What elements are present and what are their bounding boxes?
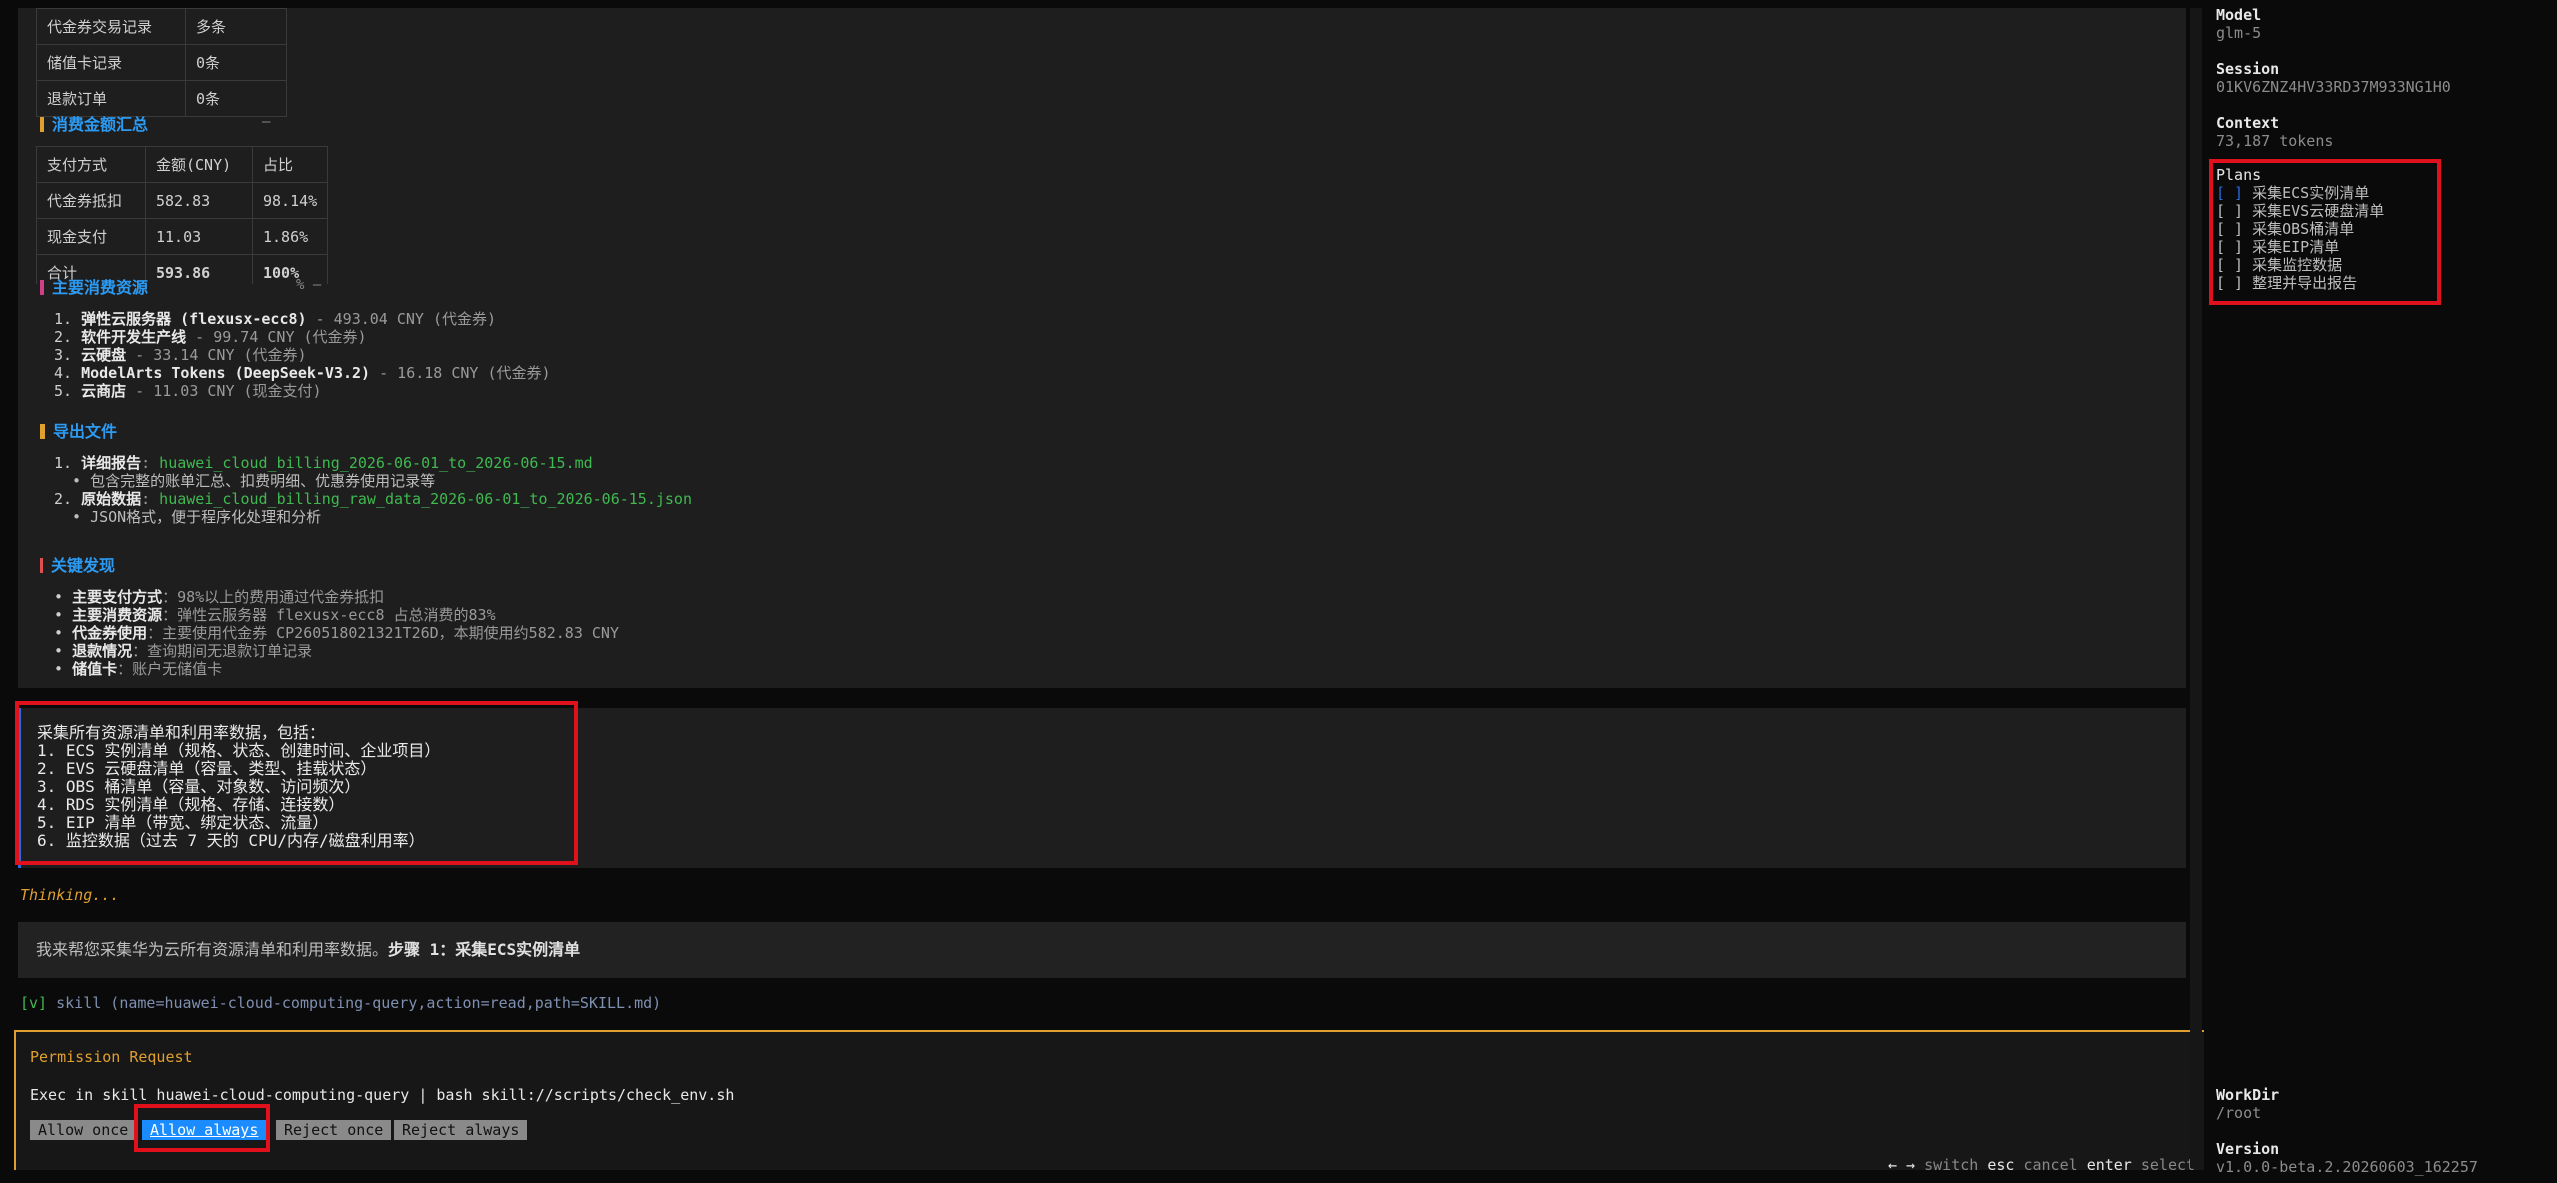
amount-table-container: 支付方式 金额(CNY) 占比 代金券抵扣 582.83 98.14% 现金支付 11.0… xyxy=(36,146,356,284)
arrow-keys-icon: ← → xyxy=(1888,1156,1916,1174)
table-cell: 98.14% xyxy=(251,182,329,219)
section-heading-findings: 关键发现 xyxy=(40,552,115,576)
context-value: 73,187 tokens xyxy=(2216,132,2334,150)
highlight-box-plans xyxy=(2209,159,2441,305)
list-item: 3. 云硬盘 - 33.14 CNY (代金券) xyxy=(54,346,307,364)
table-row: 储值卡记录 0条 xyxy=(36,44,287,81)
keyboard-hints: ← → switch esc cancel enter select xyxy=(1888,1156,2196,1174)
thinking-indicator: Thinking... xyxy=(20,886,120,904)
version-value: v1.0.0-beta.2.20260603_162257 xyxy=(2216,1158,2478,1176)
amount-table: 支付方式 金额(CNY) 占比 代金券抵扣 582.83 98.14% 现金支付 11.0… xyxy=(36,146,329,284)
raw-data-file-link[interactable]: huawei_cloud_billing_raw_data_2026-06-01… xyxy=(159,490,692,508)
list-subitem: • JSON格式，便于程序化处理和分析 xyxy=(72,508,322,526)
table-cell: 代金券交易记录 xyxy=(36,8,186,45)
list-item: 1. 弹性云服务器 (flexusx-ecc8) - 493.04 CNY (代… xyxy=(54,310,497,328)
section-heading-resources: 主要消费资源 xyxy=(40,274,148,298)
section-heading-export: 导出文件 xyxy=(40,418,117,442)
session-label: Session xyxy=(2216,60,2280,78)
workdir-value: /root xyxy=(2216,1104,2262,1122)
list-item: • 代金券使用：主要使用代金券 CP260518021321T26D，本期使用约… xyxy=(54,624,619,642)
list-subitem: • 包含完整的账单汇总、扣费明细、优惠券使用记录等 xyxy=(72,472,436,490)
version-label: Version xyxy=(2216,1140,2280,1158)
check-icon: [v] xyxy=(20,994,48,1012)
table-cell: 代金券抵扣 xyxy=(36,182,146,219)
list-item: • 储值卡：账户无储值卡 xyxy=(54,660,223,678)
bullet-icon xyxy=(40,280,44,295)
assistant-message: 代金券交易记录 多条 储值卡记录 0条 退款订单 0条 消费金额汇总 – 支付方式 金额… xyxy=(18,8,2186,688)
permission-command: Exec in skill huawei-cloud-computing-que… xyxy=(30,1086,735,1104)
session-value: 01KV6ZNZ4HV33RD37M933NG1H0 xyxy=(2216,78,2451,96)
highlight-box-allow-always xyxy=(134,1104,270,1152)
table-row: 现金支付 11.03 1.86% xyxy=(36,218,329,255)
section-title: 主要消费资源 xyxy=(52,278,149,297)
list-item: • 主要支付方式：98%以上的费用通过代金券抵扣 xyxy=(54,588,385,606)
section-heading-amount: 消费金额汇总 xyxy=(40,111,148,135)
findings-list: • 主要支付方式：98%以上的费用通过代金券抵扣 • 主要消费资源：弹性云服务器… xyxy=(54,588,619,678)
context-label: Context xyxy=(2216,114,2280,132)
tool-call-line: [v] skill (name=huawei-cloud-computing-q… xyxy=(20,994,662,1012)
section-separator: % – xyxy=(296,277,322,293)
table-cell: 593.86 xyxy=(145,254,253,284)
reject-always-button[interactable]: Reject always xyxy=(394,1120,528,1140)
table-cell: 多条 xyxy=(185,8,287,45)
table-header: 支付方式 xyxy=(36,146,146,183)
table-row: 代金券交易记录 多条 xyxy=(36,8,287,45)
table-header: 占比 xyxy=(251,146,329,183)
export-list: 1. 详细报告: huawei_cloud_billing_2026-06-01… xyxy=(54,454,692,526)
allow-once-button[interactable]: Allow once xyxy=(30,1120,137,1140)
section-title: 关键发现 xyxy=(51,556,116,575)
assistant-reply: 我来帮您采集华为云所有资源清单和利用率数据。步骤 1：采集ECS实例清单 xyxy=(18,922,2186,978)
list-item: 2. 原始数据: huawei_cloud_billing_raw_data_2… xyxy=(54,490,692,508)
highlight-box-task xyxy=(15,701,578,865)
table-cell: 0条 xyxy=(185,80,287,117)
bullet-icon xyxy=(40,558,43,573)
list-item: 2. 软件开发生产线 - 99.74 CNY (代金券) xyxy=(54,328,367,346)
resources-list: 1. 弹性云服务器 (flexusx-ecc8) - 493.04 CNY (代… xyxy=(54,310,551,400)
info-sidebar: Model glm-5 Session 01KV6ZNZ4HV33RD37M93… xyxy=(2209,0,2557,1183)
section-separator: – xyxy=(262,114,271,130)
table-cell: 现金支付 xyxy=(36,218,146,255)
report-file-link[interactable]: huawei_cloud_billing_2026-06-01_to_2026-… xyxy=(159,454,592,472)
list-item: • 主要消费资源：弹性云服务器 flexusx-ecc8 占总消费的83% xyxy=(54,606,496,624)
table-header: 金额(CNY) xyxy=(145,146,253,183)
list-item: 4. ModelArts Tokens (DeepSeek-V3.2) - 16… xyxy=(54,364,551,382)
list-item: 1. 详细报告: huawei_cloud_billing_2026-06-01… xyxy=(54,454,593,472)
table-cell: 0条 xyxy=(185,44,287,81)
table-header-row: 支付方式 金额(CNY) 占比 xyxy=(36,146,329,183)
list-item: • 退款情况：查询期间无退款订单记录 xyxy=(54,642,313,660)
reject-once-button[interactable]: Reject once xyxy=(276,1120,392,1140)
chat-scrollbar[interactable] xyxy=(2190,8,2202,1168)
records-table-container: 代金券交易记录 多条 储值卡记录 0条 退款订单 0条 xyxy=(36,8,296,120)
model-label: Model xyxy=(2216,6,2262,24)
workdir-label: WorkDir xyxy=(2216,1086,2280,1104)
permission-request-panel: Permission Request Exec in skill huawei-… xyxy=(14,1030,2204,1170)
list-item: 5. 云商店 - 11.03 CNY (现金支付) xyxy=(54,382,322,400)
table-cell: 1.86% xyxy=(251,218,329,255)
model-value: glm-5 xyxy=(2216,24,2262,42)
chat-area: 代金券交易记录 多条 储值卡记录 0条 退款订单 0条 消费金额汇总 – 支付方式 金额… xyxy=(0,0,2204,1183)
records-table: 代金券交易记录 多条 储值卡记录 0条 退款订单 0条 xyxy=(36,8,287,117)
section-title: 导出文件 xyxy=(53,422,118,441)
bullet-icon xyxy=(40,424,45,439)
table-cell: 582.83 xyxy=(145,182,253,219)
table-cell: 11.03 xyxy=(145,218,253,255)
section-title: 消费金额汇总 xyxy=(52,115,149,134)
table-row: 代金券抵扣 582.83 98.14% xyxy=(36,182,329,219)
bullet-icon xyxy=(40,117,44,132)
permission-title: Permission Request xyxy=(30,1048,193,1066)
table-cell: 储值卡记录 xyxy=(36,44,186,81)
